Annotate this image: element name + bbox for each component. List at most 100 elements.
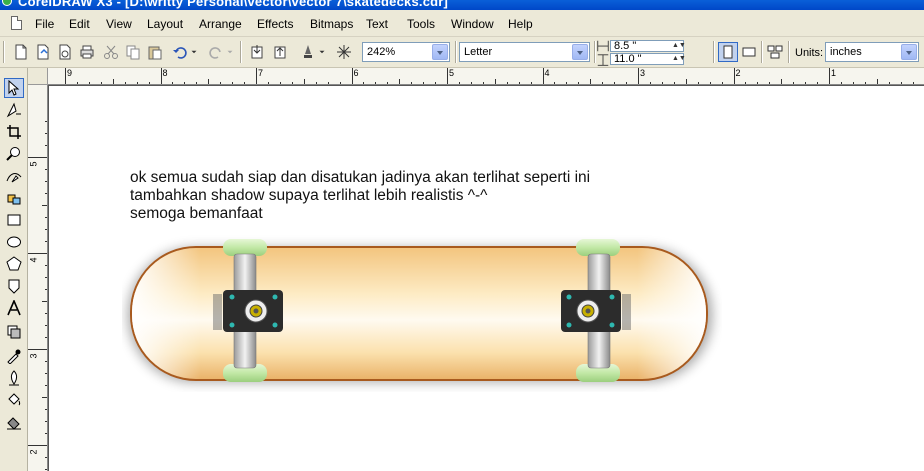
ruler-major-tick	[160, 68, 162, 84]
interactive-fill-tool-icon[interactable]	[4, 412, 24, 432]
ruler-major-tick	[638, 68, 639, 84]
ruler-label: 7	[258, 68, 264, 78]
canvas-text-line: tambahkan shadow supaya terlihat lebih r…	[130, 187, 488, 204]
outline-tool-icon[interactable]	[4, 368, 24, 388]
page-height-field[interactable]: 11.0 " ▲▼	[610, 53, 686, 65]
ruler-label: 8	[162, 68, 168, 78]
redo-icon[interactable]	[206, 42, 226, 62]
document-icon[interactable]	[11, 16, 22, 30]
open-document-icon[interactable]	[33, 42, 53, 62]
corel-online-icon[interactable]	[334, 42, 354, 62]
copy-icon[interactable]	[123, 42, 143, 62]
import-icon[interactable]	[247, 42, 267, 62]
rectangle-tool-icon[interactable]	[4, 210, 24, 230]
width-spin-icon[interactable]: ▲▼	[672, 41, 686, 51]
shape-tool-icon[interactable]	[4, 100, 24, 120]
menu-view[interactable]: View	[106, 17, 132, 31]
units-label: Units:	[795, 47, 824, 59]
menu-bitmaps[interactable]: Bitmaps	[310, 17, 353, 31]
toolbar-separator	[761, 41, 763, 63]
cut-icon[interactable]	[101, 42, 121, 62]
paper-size-value: Letter	[464, 46, 493, 58]
redo-dropdown-icon[interactable]	[225, 42, 235, 62]
undo-icon[interactable]	[170, 42, 190, 62]
ruler-label: 3	[640, 68, 646, 78]
zoom-level-value: 242%	[367, 46, 396, 58]
menu-text[interactable]: Text	[366, 17, 388, 31]
ruler-major-tick	[829, 68, 830, 84]
ruler-label: 5	[28, 161, 39, 167]
print-icon[interactable]	[77, 42, 97, 62]
units-value: inches	[830, 46, 862, 58]
pick-tool-icon[interactable]	[4, 78, 24, 98]
toolbar-separator	[788, 41, 790, 63]
horizontal-ruler[interactable]: 9 8 7 6 5 4 3 2 1	[48, 68, 924, 85]
menu-help[interactable]: Help	[508, 17, 533, 31]
canvas-text-line: ok semua sudah siap dan disatukan jadiny…	[130, 169, 591, 186]
application-launcher-icon[interactable]	[298, 42, 318, 62]
skateboard-illustration[interactable]	[122, 232, 722, 392]
ruler-label: 5	[449, 68, 455, 78]
ruler-origin[interactable]	[28, 68, 48, 85]
menu-edit[interactable]: Edit	[69, 17, 90, 31]
portrait-icon[interactable]	[718, 42, 738, 62]
paper-size-combo[interactable]: Letter	[459, 42, 590, 62]
ruler-label: 4	[28, 257, 39, 263]
menu-effects[interactable]: Effects	[257, 17, 293, 31]
ruler-major-tick	[542, 68, 544, 84]
save-icon[interactable]	[55, 42, 75, 62]
page-width-value: 8.5 "	[614, 40, 637, 52]
title-bar[interactable]: CorelDRAW X3 - [D:\writty Personal\vecto…	[0, 0, 924, 10]
ruler-label: 9	[67, 68, 73, 78]
ruler-label: 2	[28, 449, 39, 455]
page-height-icon	[596, 53, 610, 66]
page-width-field[interactable]: 8.5 " ▲▼	[610, 40, 686, 52]
page-layout-icon[interactable]	[765, 42, 785, 62]
launcher-dropdown-icon[interactable]	[317, 42, 327, 62]
height-spin-icon[interactable]: ▲▼	[672, 54, 686, 64]
export-icon[interactable]	[270, 42, 290, 62]
new-document-icon[interactable]	[11, 42, 31, 62]
toolbox	[0, 68, 28, 471]
zoom-level-combo[interactable]: 242%	[362, 42, 450, 62]
crop-tool-icon[interactable]	[4, 122, 24, 142]
menu-window[interactable]: Window	[451, 17, 494, 31]
ruler-label: 4	[544, 68, 550, 78]
menu-layout[interactable]: Layout	[147, 17, 183, 31]
zoom-dropdown-icon[interactable]	[432, 44, 448, 60]
ruler-label: 1	[831, 68, 837, 78]
eyedropper-tool-icon[interactable]	[4, 346, 24, 366]
landscape-icon[interactable]	[739, 42, 759, 62]
menu-arrange[interactable]: Arrange	[199, 17, 242, 31]
paste-icon[interactable]	[145, 42, 165, 62]
units-dropdown-icon[interactable]	[901, 44, 917, 60]
zoom-tool-icon[interactable]	[4, 144, 24, 164]
menu-tools[interactable]: Tools	[407, 17, 435, 31]
basic-shapes-tool-icon[interactable]	[4, 276, 24, 296]
paper-size-dropdown-icon[interactable]	[572, 44, 588, 60]
page-height-value: 11.0 "	[614, 53, 642, 65]
text-tool-icon[interactable]	[4, 298, 24, 318]
drawing-canvas[interactable]: ok semua sudah siap dan disatukan jadiny…	[48, 85, 924, 471]
units-combo[interactable]: inches	[825, 42, 919, 62]
page-border	[48, 85, 924, 86]
smart-fill-tool-icon[interactable]	[4, 188, 24, 208]
fill-tool-icon[interactable]	[4, 390, 24, 410]
polygon-tool-icon[interactable]	[4, 254, 24, 274]
page-width-icon	[596, 39, 610, 52]
menu-file[interactable]: File	[35, 17, 54, 31]
interactive-blend-tool-icon[interactable]	[4, 322, 24, 342]
vertical-ruler[interactable]: 5 4 3 2	[28, 85, 48, 471]
ruler-major-tick	[65, 68, 66, 84]
coreldraw-window: CorelDRAW X3 - [D:\writty Personal\vecto…	[0, 0, 924, 471]
standard-toolbar: 242% Letter 8.5 " ▲▼ 11.0 " ▲▼ Units: in…	[0, 37, 924, 68]
ellipse-tool-icon[interactable]	[4, 232, 24, 252]
menu-bar: File Edit View Layout Arrange Effects Bi…	[0, 10, 924, 37]
freehand-tool-icon[interactable]	[4, 166, 24, 186]
undo-dropdown-icon[interactable]	[189, 42, 199, 62]
toolbar-separator	[713, 41, 715, 63]
canvas-text-block[interactable]: ok semua sudah siap dan disatukan jadiny…	[130, 169, 590, 223]
ruler-major-tick	[256, 68, 257, 84]
ruler-major-tick	[28, 253, 47, 254]
page-border	[48, 85, 49, 471]
